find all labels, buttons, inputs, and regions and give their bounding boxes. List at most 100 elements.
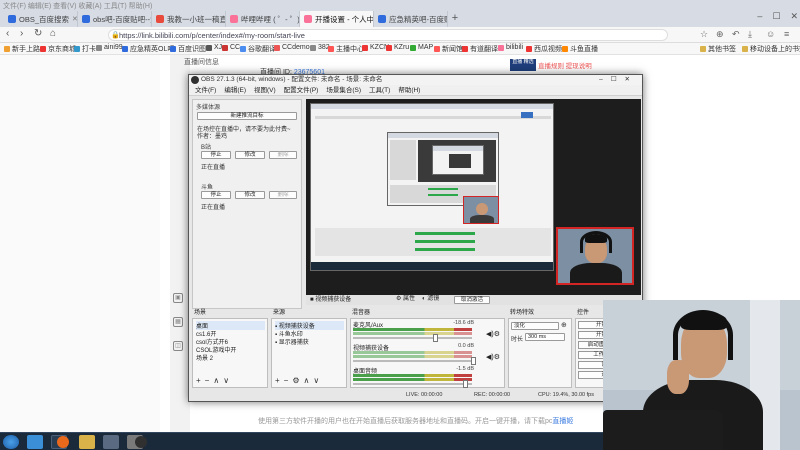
captured-meter bbox=[428, 188, 458, 190]
calendar-icon[interactable]: ▦ bbox=[173, 317, 183, 327]
browser-tab[interactable]: 应急精英吧-百度贴吧--本吧✕ bbox=[374, 11, 448, 27]
menu-profile[interactable]: 配置文件(P) bbox=[284, 85, 319, 95]
menu-help[interactable]: 帮助(H) bbox=[398, 85, 420, 95]
menu-scene-collection[interactable]: 场景集合(S) bbox=[326, 85, 361, 95]
volume-knob[interactable] bbox=[433, 334, 438, 342]
bookmark[interactable]: 382 bbox=[310, 44, 330, 51]
profile-icon[interactable]: ☺ bbox=[766, 29, 775, 39]
bookmark[interactable]: 谷歌翻译 bbox=[240, 44, 276, 54]
filters-button[interactable]: ◐ 滤镜 bbox=[422, 296, 439, 304]
bookmark[interactable]: 斗鱼直播 bbox=[562, 44, 598, 54]
lock-icon: 🔒 bbox=[111, 32, 120, 39]
browser-tab[interactable]: OBS_百度搜索 ✕ bbox=[4, 11, 78, 27]
obs-window-controls[interactable]: –☐✕ bbox=[599, 75, 638, 85]
menu-edit[interactable]: 编辑(E) bbox=[224, 85, 246, 95]
close-tab-icon[interactable]: ✕ bbox=[72, 15, 77, 23]
edit-button-douyu[interactable]: 修改 bbox=[235, 191, 265, 199]
delete-button-douyu[interactable]: 删除 bbox=[269, 191, 297, 199]
browser-tab[interactable]: 我教一小班一稿直播_应急精英✕ bbox=[152, 11, 226, 27]
captured-obs-bar bbox=[388, 133, 498, 138]
ad-links[interactable]: 直播规则 提现说明 bbox=[538, 60, 592, 70]
bookmark[interactable]: 百度识图 bbox=[170, 44, 206, 54]
footer-link[interactable]: 直播姬 bbox=[552, 418, 573, 425]
bookmark-folder[interactable]: 其他书签 bbox=[700, 44, 736, 54]
browser-tab-active[interactable]: 开播设置 - 个人中心 - bilibili✕ bbox=[300, 11, 374, 27]
download-icon[interactable]: ⤓ bbox=[748, 29, 752, 40]
scene-tools[interactable]: +−∧∨ bbox=[196, 377, 233, 385]
bookmark[interactable]: MAP bbox=[410, 44, 433, 51]
webcam-keyboard-shape bbox=[603, 410, 723, 450]
bookmark[interactable]: 有道翻译 bbox=[462, 44, 498, 54]
webcam-source-selected[interactable] bbox=[556, 227, 634, 285]
menu-file[interactable]: 文件(F) bbox=[195, 85, 216, 95]
bookmark[interactable]: KZCN bbox=[362, 44, 389, 51]
speaker-gear-icon[interactable]: ◀)⚙ bbox=[486, 330, 500, 338]
bookmark-icon bbox=[410, 44, 416, 51]
forward-icon[interactable]: › bbox=[20, 28, 23, 39]
maximize-icon[interactable]: ☐ bbox=[772, 11, 780, 22]
explorer-folder-icon[interactable] bbox=[79, 435, 95, 449]
firefox-icon[interactable] bbox=[57, 436, 69, 448]
obs-taskbar-icon[interactable] bbox=[135, 436, 147, 448]
stop-button-bilibili[interactable]: 停止 bbox=[201, 151, 231, 159]
status-douyu: 正在直播 bbox=[201, 205, 226, 211]
ad-badge[interactable]: 直播 精选 bbox=[510, 59, 536, 71]
bookmark[interactable]: 主播中心 bbox=[328, 44, 364, 54]
url-input[interactable]: 🔒 https://link.bilibili.com/p/center/ind… bbox=[108, 29, 668, 41]
scene-item[interactable]: 场景 2 bbox=[196, 353, 213, 362]
bookmark[interactable]: CC bbox=[222, 44, 240, 51]
menu-icon[interactable]: ≡ bbox=[784, 29, 789, 39]
minimize-icon[interactable]: – bbox=[757, 11, 762, 22]
bookmark[interactable]: 新手上路 bbox=[4, 44, 40, 54]
bookmark[interactable]: CCdemo bbox=[274, 44, 310, 51]
bookmark-icon bbox=[4, 46, 10, 52]
close-window-icon[interactable]: ✕ bbox=[790, 11, 798, 22]
bookmark[interactable]: 应急精英OL吧 bbox=[122, 44, 174, 54]
duration-input[interactable]: 300 ms bbox=[525, 333, 565, 341]
menu-view[interactable]: 视图(V) bbox=[254, 85, 276, 95]
properties-button[interactable]: ⚙ 属性 bbox=[396, 296, 415, 304]
refresh-icon[interactable]: ↻ bbox=[34, 28, 42, 39]
extension-icon[interactable]: ⊕ bbox=[716, 29, 724, 40]
transition-select[interactable]: 淡化 bbox=[511, 322, 559, 330]
transition-add-icon[interactable]: ⊕ bbox=[561, 321, 567, 329]
volume-knob[interactable] bbox=[471, 357, 476, 365]
deactivate-button[interactable]: 取消激活 bbox=[454, 296, 490, 304]
source-tools[interactable]: +−⚙∧∨ bbox=[275, 377, 323, 385]
new-tab-button[interactable]: + bbox=[448, 11, 462, 27]
chat-icon[interactable]: ◫ bbox=[173, 341, 183, 351]
new-stream-target-button[interactable]: 新建推流目标 bbox=[197, 112, 297, 120]
volume-slider[interactable] bbox=[353, 383, 472, 385]
browser-tab[interactable]: 哔哩哔哩 ( ゜- ゜)つロ 干杯~-b✕ bbox=[226, 11, 300, 27]
star-icon[interactable]: ☆ bbox=[700, 29, 708, 40]
browser-tab[interactable]: obs吧-百度贴吧--免费的屏幕录✕ bbox=[78, 11, 152, 27]
bookmark[interactable]: 打卡 bbox=[74, 44, 96, 54]
undo-icon[interactable]: ↶ bbox=[732, 29, 740, 40]
home-icon[interactable]: ⌂ bbox=[50, 28, 56, 39]
gift-icon[interactable]: ▣ bbox=[173, 293, 183, 303]
edit-button-bilibili[interactable]: 修改 bbox=[235, 151, 265, 159]
menu-tools[interactable]: 工具(T) bbox=[369, 85, 390, 95]
bookmark[interactable]: aini99 bbox=[96, 44, 123, 51]
stop-button-douyu[interactable]: 停止 bbox=[201, 191, 231, 199]
back-icon[interactable]: ‹ bbox=[6, 28, 9, 39]
bookmark-icon bbox=[74, 46, 80, 52]
start-orb-icon[interactable] bbox=[3, 435, 19, 449]
app-icon[interactable] bbox=[103, 435, 119, 449]
bookmark[interactable]: 西瓜视频 bbox=[526, 44, 562, 54]
volume-knob[interactable] bbox=[463, 380, 468, 388]
captured-meter bbox=[415, 248, 475, 251]
bookmark[interactable]: KZru bbox=[386, 44, 409, 51]
bookmark[interactable]: XJ bbox=[206, 44, 222, 51]
bookmark[interactable]: 京东商城 bbox=[40, 44, 76, 54]
volume-slider[interactable] bbox=[353, 360, 472, 362]
delete-button-bilibili[interactable]: 删除 bbox=[269, 151, 297, 159]
obs-preview[interactable] bbox=[306, 99, 641, 295]
speaker-gear-icon[interactable]: ◀)⚙ bbox=[486, 353, 500, 361]
bookmark[interactable]: bilibili bbox=[498, 44, 523, 51]
bookmark-folder[interactable]: 移动设备上的书签 bbox=[742, 44, 800, 54]
ie-icon[interactable] bbox=[27, 435, 43, 449]
volume-slider[interactable] bbox=[353, 337, 472, 339]
bookmark[interactable]: 新闻馆 bbox=[434, 44, 463, 54]
source-item[interactable]: ▪ 显示器捕获 bbox=[275, 337, 309, 346]
